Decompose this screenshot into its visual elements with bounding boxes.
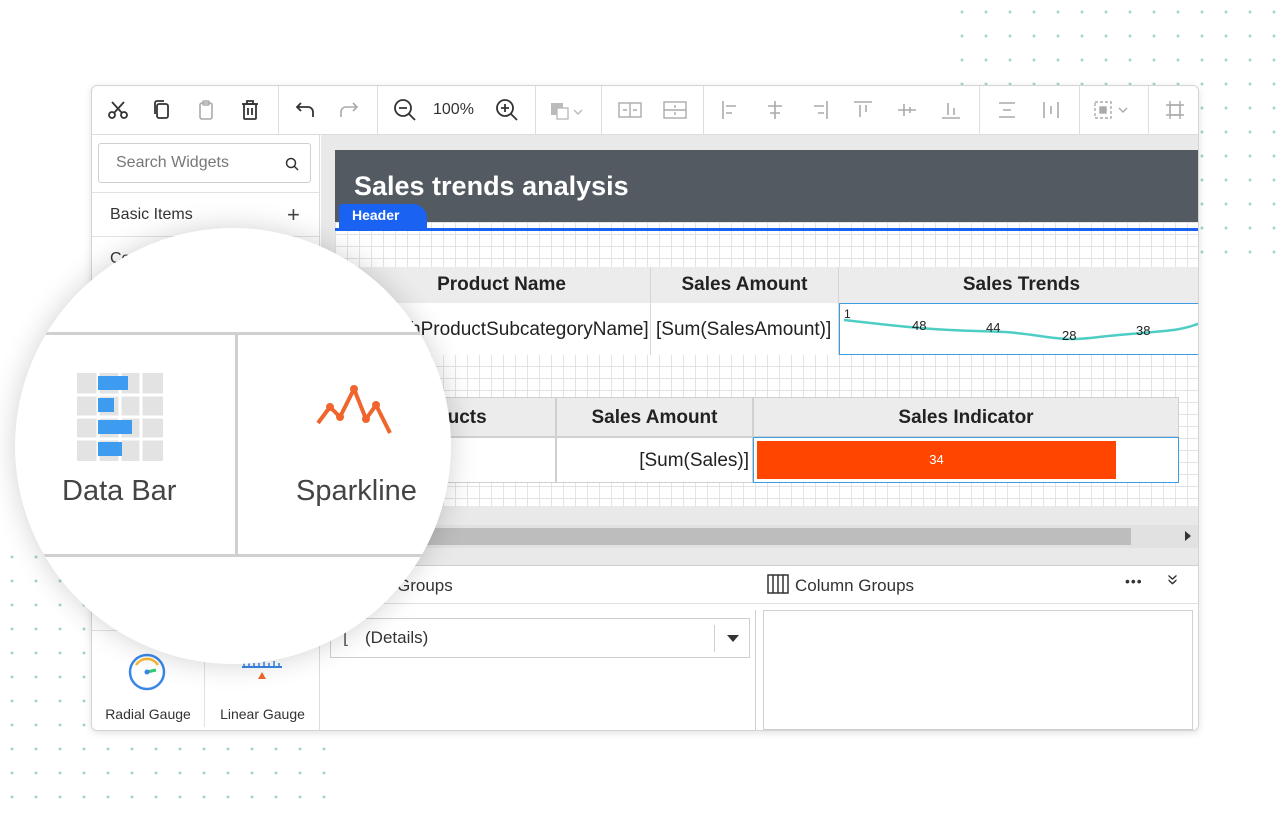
details-group-dropdown[interactable]: [ (Details) (330, 618, 750, 658)
zoom-level[interactable]: 100% (433, 101, 474, 119)
align-rows-icon[interactable] (660, 95, 690, 125)
distribute-vertical-icon[interactable] (992, 95, 1022, 125)
column-groups-label: Column Groups (795, 576, 915, 595)
header-divider (335, 228, 1198, 231)
group-select-icon[interactable] (1090, 95, 1136, 125)
table-header-sales-amount[interactable]: Sales Amount (651, 267, 839, 303)
align-middle-icon[interactable] (892, 95, 922, 125)
data-bar-icon (77, 373, 163, 461)
zoom-in-icon[interactable] (492, 95, 522, 125)
sparkline-label: 28 (1062, 328, 1077, 343)
table-header-sales-trends[interactable]: Sales Trends (839, 267, 1198, 303)
more-options-icon[interactable]: ••• (1125, 573, 1143, 589)
sparkline-cell[interactable]: 1 48 44 28 38 (839, 303, 1198, 355)
fill-color-icon[interactable] (547, 95, 589, 125)
cut-icon[interactable] (103, 95, 133, 125)
report-title[interactable]: Sales trends analysis (354, 171, 629, 202)
search-placeholder: Search Widgets (116, 154, 229, 171)
sparkline-icon (316, 385, 392, 434)
details-group-label: (Details) (365, 628, 429, 647)
copy-icon[interactable] (147, 95, 177, 125)
table-cell-sum-sales[interactable]: [Sum(Sales)] (556, 437, 753, 483)
align-center-icon[interactable] (760, 95, 790, 125)
align-top-icon[interactable] (848, 95, 878, 125)
table-header-sales-amount[interactable]: Sales Amount (556, 397, 753, 437)
radial-gauge-icon (128, 653, 166, 691)
align-bottom-icon[interactable] (936, 95, 966, 125)
table-header-product-name[interactable]: Product Name (353, 267, 651, 303)
report-page: Sales trends analysis Header Product Nam… (335, 150, 1198, 506)
collapse-icon[interactable]: » (1161, 574, 1184, 585)
widget-label: Data Bar (62, 475, 177, 507)
databar-value: 34 (929, 452, 944, 467)
dropdown-arrow-icon[interactable] (726, 634, 740, 643)
sparkline-label: 38 (1136, 323, 1151, 338)
widget-data-bar[interactable]: Data Bar (45, 335, 235, 554)
grouping-panel: Groups Column Groups ••• » [ (Details) (321, 565, 1198, 730)
search-widgets-input[interactable]: Search Widgets (98, 143, 311, 183)
horizontal-scrollbar[interactable] (321, 525, 1198, 548)
scroll-right-arrow-icon[interactable] (1184, 531, 1192, 541)
databar-fill: 34 (757, 441, 1116, 479)
magnified-widgets-view: Data Bar Sparkline (15, 228, 451, 664)
redo-icon[interactable] (334, 95, 364, 125)
category-label: Basic Items (110, 206, 193, 223)
design-canvas: Sales trends analysis Header Product Nam… (321, 135, 1198, 565)
widget-label: Linear Gauge (220, 706, 305, 722)
align-right-icon[interactable] (804, 95, 834, 125)
table-header-sales-indicator[interactable]: Sales Indicator (753, 397, 1179, 437)
header-tag[interactable]: Header (339, 204, 427, 228)
sparkline-label: 48 (912, 318, 927, 333)
distribute-horizontal-icon[interactable] (1036, 95, 1066, 125)
search-icon (285, 157, 299, 171)
sparkline-label: 44 (986, 320, 1001, 335)
widget-label: Sparkline (296, 475, 417, 507)
zoom-out-icon[interactable] (390, 95, 420, 125)
report-header[interactable]: Sales trends analysis (335, 150, 1198, 222)
sparkline-label: 1 (844, 307, 851, 321)
widget-label: Radial Gauge (105, 706, 191, 722)
delete-icon[interactable] (235, 95, 265, 125)
paste-icon[interactable] (191, 95, 221, 125)
undo-icon[interactable] (290, 95, 320, 125)
column-groups-icon (767, 574, 789, 594)
size-to-fit-icon[interactable] (1160, 95, 1190, 125)
column-groups-panel (763, 610, 1193, 730)
expand-plus-icon[interactable]: + (287, 202, 300, 228)
groups-header: Groups Column Groups ••• » (321, 566, 1198, 604)
widget-sparkline[interactable]: Sparkline (238, 335, 451, 554)
table-cell-sales-amount[interactable]: [Sum(SalesAmount)] (651, 303, 839, 355)
databar-cell[interactable]: 34 (753, 437, 1179, 483)
align-left-icon[interactable] (716, 95, 746, 125)
align-columns-icon[interactable] (615, 95, 645, 125)
toolbar: 100% (92, 86, 1198, 135)
